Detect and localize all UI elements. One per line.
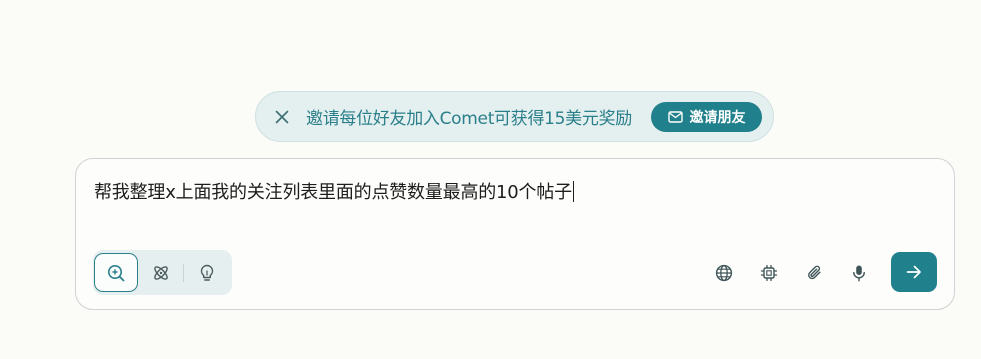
attach-button[interactable] [800,258,830,288]
query-composer[interactable]: 帮我整理x上面我的关注列表里面的点赞数量最高的10个帖子 [75,158,955,310]
mode-divider [183,263,184,282]
close-icon[interactable] [273,108,291,126]
arrow-right-icon [906,265,922,279]
invite-banner: 邀请每位好友加入Comet可获得15美元奖励 邀请朋友 [255,91,774,142]
mode-labs-button[interactable] [185,253,229,292]
chip-icon [760,264,778,282]
search-zoom-icon [106,263,126,283]
model-select-button[interactable] [754,258,784,288]
text-caret [572,181,574,202]
page: 邀请每位好友加入Comet可获得15美元奖励 邀请朋友 帮我整理x上面我的关注列… [0,0,981,359]
mode-research-button[interactable] [139,253,183,292]
microphone-icon [850,264,868,282]
submit-button[interactable] [891,252,937,292]
mode-selector [93,250,232,295]
web-source-button[interactable] [709,258,739,288]
lightbulb-icon [197,263,217,283]
mail-icon [667,111,683,123]
globe-icon [715,264,733,282]
paperclip-icon [806,264,824,282]
atom-icon [151,263,171,283]
banner-message: 邀请每位好友加入Comet可获得15美元奖励 [306,109,632,129]
query-input[interactable]: 帮我整理x上面我的关注列表里面的点赞数量最高的10个帖子 [94,178,934,204]
mode-search-button[interactable] [94,253,138,292]
voice-input-button[interactable] [844,258,874,288]
invite-button-label: 邀请朋友 [689,110,746,126]
query-text: 帮我整理x上面我的关注列表里面的点赞数量最高的10个帖子 [94,182,572,203]
invite-friends-button[interactable]: 邀请朋友 [651,102,762,132]
